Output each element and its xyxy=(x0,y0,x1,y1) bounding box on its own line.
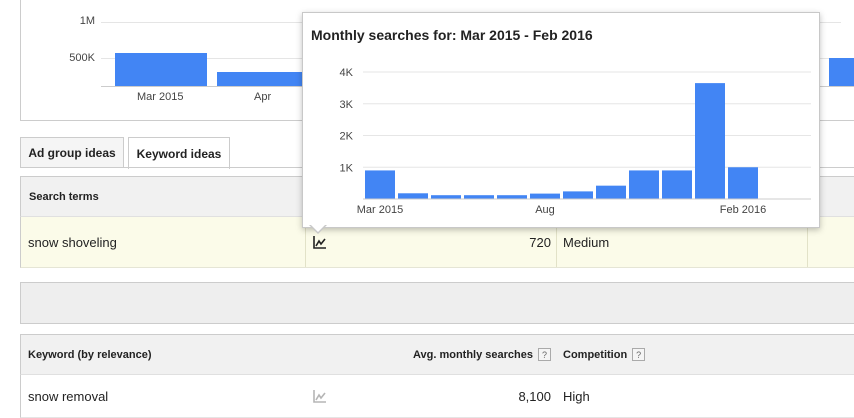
tab-ad-group-ideas[interactable]: Ad group ideas xyxy=(20,137,124,168)
trend-chart-icon[interactable] xyxy=(313,375,333,417)
bg-x-label-apr: Apr xyxy=(254,91,272,103)
chart-bar xyxy=(728,167,758,199)
chart-x-tick-label: Mar 2015 xyxy=(357,204,403,216)
keyword-cell: snow shoveling xyxy=(28,234,117,250)
bg-y-tick-1m: 1M xyxy=(79,15,95,27)
help-icon[interactable]: ? xyxy=(632,348,646,361)
search-terms-header: Search terms xyxy=(29,190,99,203)
avg-monthly-searches-header[interactable]: Avg. monthly searches ? xyxy=(401,335,551,374)
chart-bar xyxy=(596,185,626,199)
chart-y-tick-label: 3K xyxy=(340,99,354,111)
avg-monthly-searches-cell: 8,100 xyxy=(518,388,551,404)
keyword-ideas-header-row: Keyword (by relevance) Avg. monthly sear… xyxy=(20,334,854,375)
chart-bar xyxy=(431,195,461,199)
chart-y-tick-label: 1K xyxy=(340,162,354,174)
keyword-relevance-header[interactable]: Keyword (by relevance) xyxy=(28,335,152,374)
bg-bar-right xyxy=(829,58,854,86)
gray-separator-band xyxy=(20,282,854,324)
chart-bar xyxy=(365,170,395,199)
monthly-searches-chart: 1K 2K 3K 4K Mar 2015 Aug Feb 2016 xyxy=(340,67,811,216)
competition-cell: High xyxy=(563,388,590,404)
chart-y-tick-label: 4K xyxy=(340,67,354,79)
help-icon[interactable]: ? xyxy=(538,348,551,361)
tooltip-pointer-fill xyxy=(310,224,326,232)
tab-label: Ad group ideas xyxy=(28,146,116,160)
chart-bar xyxy=(629,170,659,199)
bg-bar-apr xyxy=(217,72,307,86)
chart-bar xyxy=(464,195,494,199)
chart-bar xyxy=(695,83,725,199)
chart-bar xyxy=(662,170,692,199)
tab-label: Keyword ideas xyxy=(136,146,222,161)
chart-bar xyxy=(563,191,593,199)
bg-x-label-mar-2015: Mar 2015 xyxy=(137,91,184,103)
chart-bar xyxy=(530,193,560,199)
chart-bar xyxy=(398,193,428,199)
chart-y-tick-label: 2K xyxy=(340,131,354,143)
monthly-searches-tooltip: Monthly searches for: Mar 2015 - Feb 201… xyxy=(302,12,820,228)
chart-bar xyxy=(497,195,527,199)
bg-bar-mar-2015 xyxy=(115,53,207,86)
chart-x-tick-label: Aug xyxy=(535,204,555,216)
bg-y-tick-500k: 500K xyxy=(69,52,95,64)
competition-label: Competition xyxy=(563,348,628,361)
keyword-cell: snow removal xyxy=(28,388,109,404)
competition-header[interactable]: Competition ? xyxy=(563,335,646,374)
chart-x-tick-label: Feb 2016 xyxy=(720,204,766,216)
tab-keyword-ideas[interactable]: Keyword ideas xyxy=(128,137,230,169)
table-row: snow removal 8,100 High xyxy=(20,375,854,418)
avg-monthly-searches-label: Avg. monthly searches xyxy=(412,348,533,361)
